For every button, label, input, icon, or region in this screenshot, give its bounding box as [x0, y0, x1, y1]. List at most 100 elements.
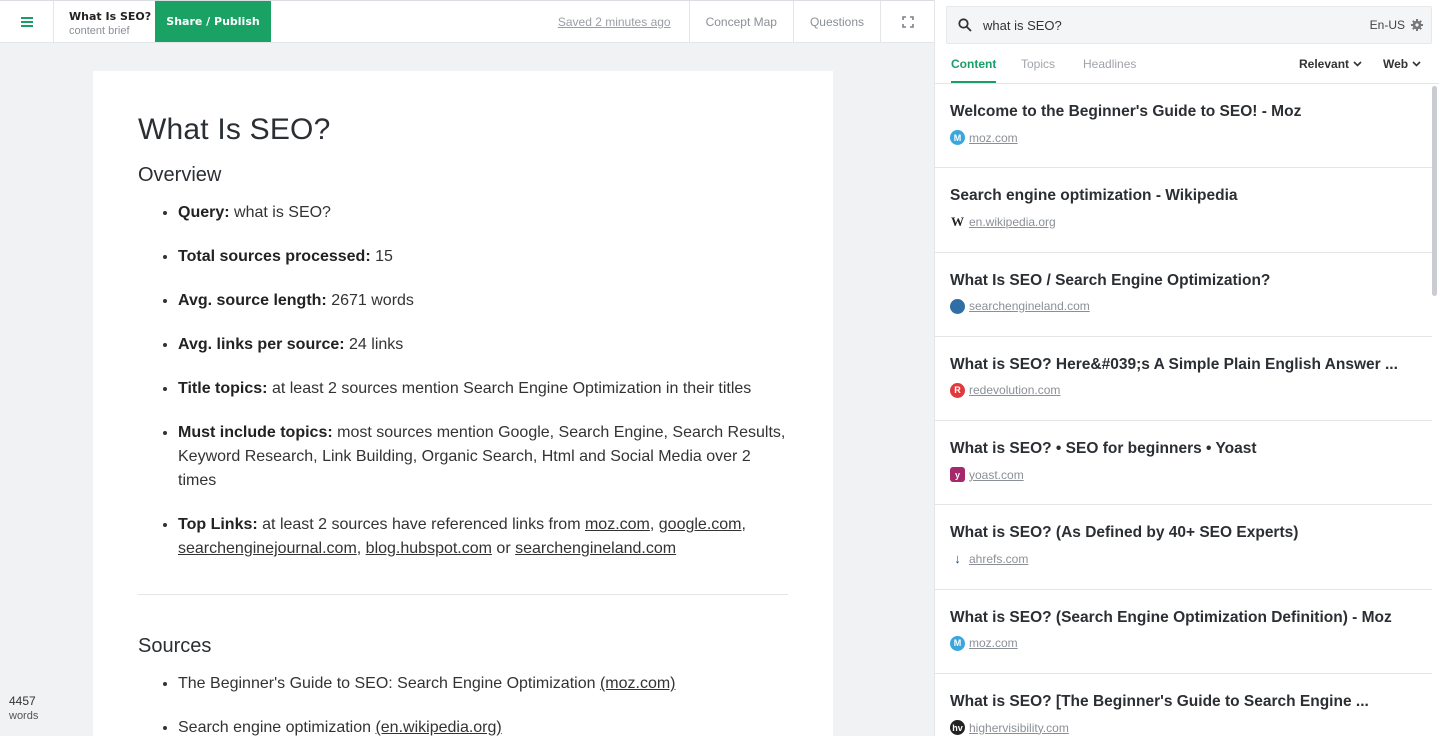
top-toolbar: What Is SEO? content brief Share / Publi… — [0, 0, 934, 43]
tab-headlines[interactable]: Headlines — [1083, 57, 1136, 71]
yoast-icon: y — [950, 467, 965, 483]
result-source: Mmoz.com — [950, 130, 1432, 145]
result-domain-link[interactable]: ahrefs.com — [969, 552, 1028, 566]
results-list: Welcome to the Beginner's Guide to SEO! … — [935, 84, 1432, 736]
result-domain-link[interactable]: moz.com — [969, 131, 1018, 145]
sort-dropdown[interactable]: Relevant — [1299, 57, 1362, 71]
overview-value: what is SEO? — [229, 204, 331, 221]
overview-label: Avg. links per source: — [178, 336, 345, 353]
result-domain-link[interactable]: redevolution.com — [969, 383, 1060, 397]
word-count-label: words — [9, 710, 39, 722]
result-title: Welcome to the Beginner's Guide to SEO! … — [950, 103, 1302, 120]
source-dropdown[interactable]: Web — [1383, 57, 1421, 71]
result-item[interactable]: Search engine optimization - Wikipedia W… — [935, 168, 1432, 253]
source-domain-link[interactable]: (moz.com) — [600, 675, 676, 692]
overview-item: Query: what is SEO? — [178, 201, 788, 225]
overview-label: Title topics: — [178, 380, 268, 397]
source-title: Search engine optimization — [178, 719, 376, 736]
result-source: searchengineland.com — [950, 298, 1432, 314]
share-publish-button[interactable]: Share / Publish — [155, 1, 271, 42]
result-source: y yoast.com — [950, 467, 1432, 483]
overview-label: Must include topics: — [178, 424, 333, 441]
top-link[interactable]: google.com — [659, 516, 742, 533]
top-link[interactable]: searchengineland.com — [515, 540, 676, 557]
top-link[interactable]: moz.com — [585, 516, 650, 533]
source-item: Search engine optimization (en.wikipedia… — [178, 716, 788, 736]
highervisibility-icon: hv — [950, 720, 965, 736]
ahrefs-icon: ↓ — [950, 551, 965, 567]
concept-map-button[interactable]: Concept Map — [690, 1, 794, 42]
result-item[interactable]: What is SEO? (Search Engine Optimization… — [935, 590, 1432, 675]
saved-status-link[interactable]: Saved 2 minutes ago — [540, 1, 690, 42]
document-heading: What Is SEO? — [138, 113, 331, 146]
sources-list: The Beginner's Guide to SEO: Search Engi… — [138, 672, 788, 736]
overview-label: Avg. source length: — [178, 292, 327, 309]
result-item[interactable]: What is SEO? [The Beginner's Guide to Se… — [935, 674, 1432, 736]
moz-icon: M — [950, 635, 965, 651]
locale-selector[interactable]: En-US — [1370, 18, 1405, 32]
result-title: Search engine optimization - Wikipedia — [950, 187, 1238, 205]
chevron-down-icon — [1412, 61, 1421, 67]
result-domain-link[interactable]: en.wikipedia.org — [969, 215, 1056, 229]
search-input[interactable] — [983, 17, 1370, 33]
overview-value: 2671 words — [326, 292, 414, 309]
overview-label: Top Links: — [178, 516, 258, 533]
overview-list: Query: what is SEO? Total sources proces… — [138, 201, 788, 561]
redevolution-icon: R — [950, 382, 965, 398]
source-item: The Beginner's Guide to SEO: Search Engi… — [178, 672, 788, 696]
source-dropdown-label: Web — [1383, 57, 1409, 71]
result-title: What is SEO? (Search Engine Optimization… — [950, 608, 1392, 626]
overview-label: Total sources processed: — [178, 248, 371, 265]
result-title: What is SEO? • SEO for beginners • Yoast — [950, 440, 1257, 458]
research-panel: En-US Content Topics Headlines Relevant … — [934, 0, 1439, 736]
result-domain-link[interactable]: yoast.com — [969, 468, 1024, 482]
overview-label: Query: — [178, 204, 230, 221]
result-source: ↓ ahrefs.com — [950, 551, 1432, 567]
top-link[interactable]: blog.hubspot.com — [366, 540, 492, 557]
tab-topics[interactable]: Topics — [1021, 57, 1055, 71]
overview-item: Must include topics: most sources mentio… — [178, 421, 788, 493]
questions-button[interactable]: Questions — [794, 1, 881, 42]
top-link[interactable]: searchenginejournal.com — [178, 540, 357, 557]
search-bar: En-US — [946, 6, 1432, 44]
fullscreen-icon[interactable] — [881, 1, 934, 42]
result-item[interactable]: What Is SEO / Search Engine Optimization… — [935, 253, 1432, 337]
overview-item: Avg. source length: 2671 words — [178, 289, 788, 313]
result-domain-link[interactable]: moz.com — [969, 636, 1018, 650]
top-links-or: or — [491, 540, 516, 557]
overview-value: at least 2 sources mention Search Engine… — [267, 380, 752, 397]
result-title: What Is SEO / Search Engine Optimization… — [950, 271, 1271, 289]
overview-item: Avg. links per source: 24 links — [178, 333, 788, 357]
chevron-down-icon — [1353, 61, 1362, 67]
result-domain-link[interactable]: searchengineland.com — [969, 299, 1090, 313]
result-item[interactable]: What is SEO? (As Defined by 40+ SEO Expe… — [935, 505, 1432, 590]
source-domain-link[interactable]: (en.wikipedia.org) — [375, 719, 501, 736]
tab-content[interactable]: Content — [951, 57, 997, 83]
gear-icon[interactable] — [1411, 19, 1423, 31]
top-links-prefix: at least 2 sources have referenced links… — [257, 516, 585, 533]
result-domain-link[interactable]: highervisibility.com — [969, 721, 1069, 735]
word-count: 4457 words — [9, 694, 38, 722]
sources-heading: Sources — [138, 635, 212, 657]
result-source: Mmoz.com — [950, 635, 1432, 651]
results-scrollbar[interactable] — [1432, 86, 1437, 296]
source-title: The Beginner's Guide to SEO: Search Engi… — [178, 675, 600, 692]
section-divider — [138, 594, 788, 595]
hamburger-menu-icon[interactable] — [0, 1, 54, 42]
result-item[interactable]: What is SEO? Here&#039;s A Simple Plain … — [935, 337, 1432, 422]
document-subtitle: content brief — [69, 25, 130, 37]
document-title-block: What Is SEO? content brief — [54, 1, 155, 42]
word-count-value: 4457 — [9, 694, 36, 708]
result-item[interactable]: Welcome to the Beginner's Guide to SEO! … — [935, 84, 1432, 169]
result-item[interactable]: What is SEO? • SEO for beginners • Yoast… — [935, 421, 1432, 506]
overview-value: 15 — [370, 248, 393, 265]
result-source: Wen.wikipedia.org — [950, 213, 1432, 230]
searchengineland-icon — [950, 298, 965, 314]
moz-icon: M — [950, 130, 965, 145]
panel-tabs: Content Topics Headlines Relevant Web — [935, 46, 1439, 84]
overview-heading: Overview — [138, 164, 222, 186]
wikipedia-icon: W — [950, 213, 965, 230]
result-source: hv highervisibility.com — [950, 720, 1432, 736]
editor-document[interactable]: What Is SEO? Overview Query: what is SEO… — [93, 71, 833, 736]
